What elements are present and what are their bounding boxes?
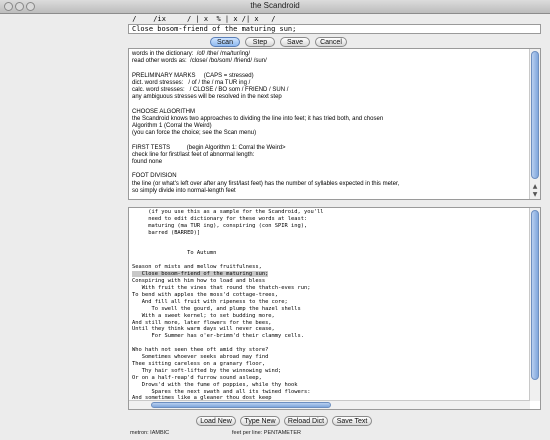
poem-scroll-thumb[interactable] <box>531 210 539 380</box>
poem-horizontal-scrollbar[interactable] <box>129 400 530 409</box>
save-button[interactable]: Save <box>280 37 310 47</box>
scan-button[interactable]: Scan <box>210 37 240 47</box>
save-text-button[interactable]: Save Text <box>332 416 372 426</box>
poem-text-pane[interactable]: (if you use this as a sample for the Sca… <box>128 207 541 410</box>
analysis-text: words in the dictionary: /of/ /the/ /ma/… <box>132 51 400 194</box>
app-window: the Scandroid / /ix / | x % | x /| x / C… <box>0 0 550 440</box>
poem-text-after: Conspiring with him how to load and bles… <box>132 278 311 408</box>
type-new-button[interactable]: Type New <box>240 416 280 426</box>
analysis-pane[interactable]: words in the dictionary: /of/ /the/ /ma/… <box>128 48 541 200</box>
reload-dict-button[interactable]: Reload Dict <box>284 416 328 426</box>
cancel-button[interactable]: Cancel <box>315 37 347 47</box>
current-line-field[interactable]: Close bosom-friend of the maturing sun; <box>128 24 541 34</box>
window-title: the Scandroid <box>250 1 300 10</box>
poem-text: (if you use this as a sample for the Sca… <box>132 209 528 409</box>
step-button[interactable]: Step <box>245 37 275 47</box>
title-bar: the Scandroid <box>0 0 550 14</box>
poem-vertical-scrollbar[interactable] <box>529 208 540 401</box>
scroll-down-arrow-icon[interactable]: ▼ <box>531 191 539 198</box>
highlighted-line: Close bosom-friend of the maturing sun; <box>132 271 269 278</box>
poem-text-before: (if you use this as a sample for the Sca… <box>132 209 324 271</box>
load-new-button[interactable]: Load New <box>196 416 236 426</box>
analysis-vertical-scrollbar[interactable]: ▲ ▼ <box>529 49 540 199</box>
analysis-scroll-thumb[interactable] <box>531 51 539 179</box>
scansion-marks: / /ix / | x % | x /| x / <box>128 15 276 23</box>
metron-status: metron: IAMBIC <box>130 430 170 436</box>
feet-per-line-status: feet per line: PENTAMETER <box>232 430 301 436</box>
poem-horizontal-thumb[interactable] <box>151 402 331 408</box>
scroll-up-arrow-icon[interactable]: ▲ <box>531 183 539 190</box>
